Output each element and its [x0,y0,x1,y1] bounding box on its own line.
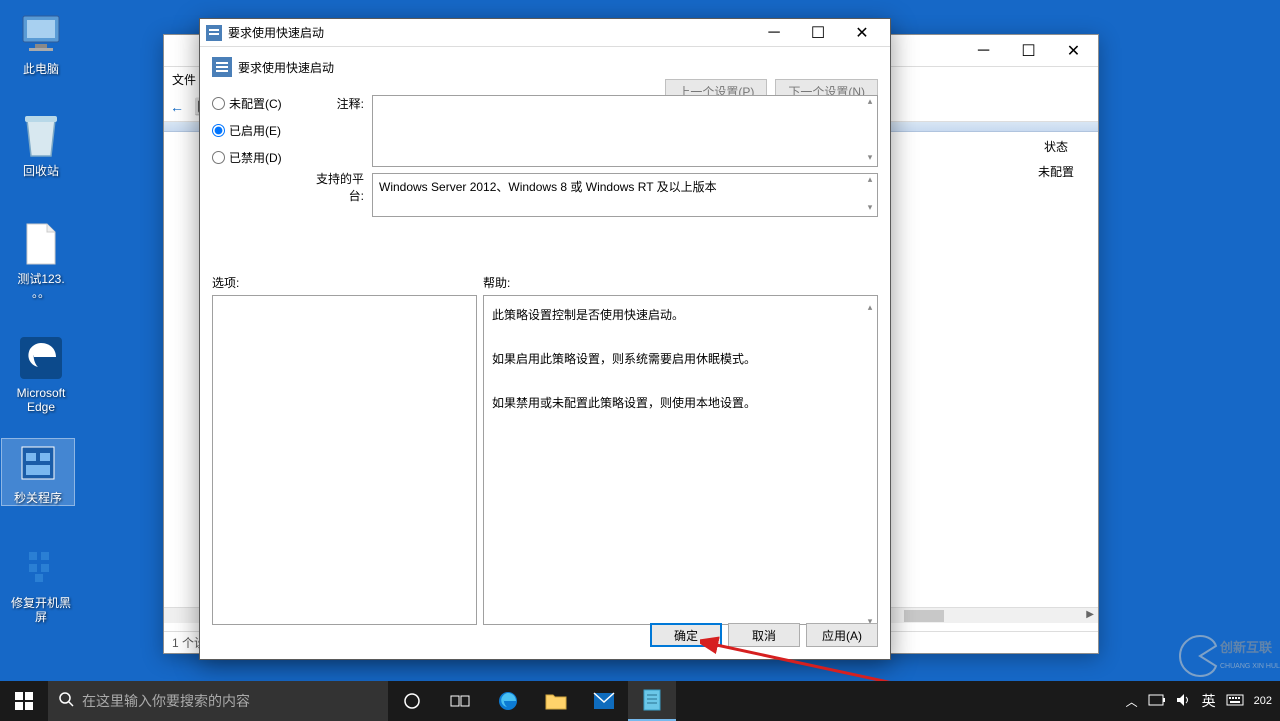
dialog-minimize[interactable]: ─ [752,20,796,46]
taskbar: 在这里输入你要搜索的内容 ︿ 英 202 [0,681,1280,721]
desktop-label: 回收站 [4,164,78,178]
taskbar-taskview[interactable] [436,681,484,721]
file-icon [17,220,65,268]
policy-dialog: 要求使用快速启动 ─ ☐ ✕ 要求使用快速启动 上一个设置(P) 下一个设置(N… [199,18,891,660]
scroll-down-icon[interactable]: ▾ [863,610,877,624]
dialog-subtitle: 要求使用快速启动 [238,59,334,76]
scroll-down-icon[interactable]: ▾ [863,202,877,216]
radio-disabled[interactable]: 已禁用(D) [212,149,302,166]
bg-close[interactable]: ✕ [1051,36,1096,66]
help-box: 此策略设置控制是否使用快速启动。 如果启用此策略设置，则系统需要启用休眠模式。 … [483,295,878,625]
label-platform: 支持的平台: [302,170,364,204]
desktop-icon-recycle[interactable]: 回收站 [4,112,78,178]
dialog-titlebar: 要求使用快速启动 ─ ☐ ✕ [200,19,890,47]
edge-icon [17,334,65,382]
tray-volume-icon[interactable] [1176,693,1192,710]
dialog-title: 要求使用快速启动 [228,24,752,41]
scroll-up-icon[interactable]: ▴ [863,296,877,310]
label-help: 帮助: [483,274,878,291]
taskbar-search[interactable]: 在这里输入你要搜索的内容 [48,681,388,721]
taskbar-cortana[interactable] [388,681,436,721]
label-comment: 注释: [302,95,364,112]
search-placeholder: 在这里输入你要搜索的内容 [82,691,250,711]
scroll-up-icon[interactable]: ▴ [863,174,877,188]
desktop-label: 修复开机黑屏 [4,596,78,624]
tray-chevron-icon[interactable]: ︿ [1126,693,1138,710]
scroll-right-icon[interactable]: ▶ [1086,609,1094,620]
radio-unconfigured[interactable]: 未配置(C) [212,95,302,112]
bg-maximize[interactable]: ☐ [1006,36,1051,66]
start-button[interactable] [0,681,48,721]
ok-button[interactable]: 确定 [650,623,722,647]
desktop-icon-fix-boot[interactable]: 修复开机黑屏 [4,544,78,624]
bg-minimize[interactable]: ─ [961,36,1006,66]
val-status: 未配置 [1026,163,1086,180]
label-options: 选项: [212,274,477,291]
tray-ime[interactable]: 英 [1202,691,1216,711]
svg-text:创新互联: 创新互联 [1219,640,1272,655]
desktop-label: 此电脑 [4,62,78,76]
col-status: 状态 [1026,138,1086,155]
fix-icon [17,544,65,592]
taskbar-edge[interactable] [484,681,532,721]
scroll-up-icon[interactable]: ▴ [863,96,877,110]
app-icon [14,439,62,487]
radio-enabled[interactable]: 已启用(E) [212,122,302,139]
desktop-icon-this-pc[interactable]: 此电脑 [4,10,78,76]
scroll-down-icon[interactable]: ▾ [863,152,877,166]
back-arrow-icon[interactable]: ← [170,99,184,115]
desktop-icon-testfile[interactable]: 测试123.。。 [4,220,78,300]
desktop-icon-second-close[interactable]: 秒关程序 [1,438,75,506]
taskbar-mail[interactable] [580,681,628,721]
desktop-label: 测试123.。。 [4,272,78,300]
tray-keyboard-icon[interactable] [1226,694,1244,709]
policy-subtitle-icon [212,57,232,77]
desktop-label: 秒关程序 [2,491,74,505]
apply-button[interactable]: 应用(A) [806,623,878,647]
policy-icon [206,25,222,41]
tray-time[interactable]: 202 [1254,695,1272,707]
taskbar-explorer[interactable] [532,681,580,721]
options-box [212,295,477,625]
desktop-label: MicrosoftEdge [4,386,78,414]
desktop-icon-edge[interactable]: MicrosoftEdge [4,334,78,414]
svg-text:CHUANG XIN HULIAN: CHUANG XIN HULIAN [1220,663,1280,670]
tray-battery-icon[interactable] [1148,694,1166,709]
platform-field: Windows Server 2012、Windows 8 或 Windows … [372,173,878,217]
taskbar-notepad[interactable] [628,681,676,721]
comment-field[interactable]: ▴▾ [372,95,878,167]
pc-icon [17,10,65,58]
search-icon [58,691,74,712]
scrollbar-thumb[interactable] [904,610,944,622]
recycle-icon [17,112,65,160]
dialog-close[interactable]: ✕ [840,20,884,46]
dialog-maximize[interactable]: ☐ [796,20,840,46]
cancel-button[interactable]: 取消 [728,623,800,647]
